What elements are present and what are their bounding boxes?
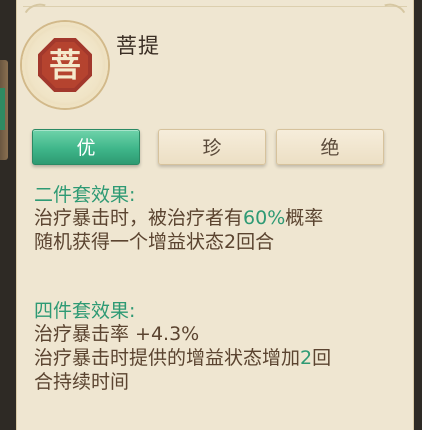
two-piece-line-1-text: 治疗暴击时，被治疗者有 <box>34 207 244 229</box>
two-piece-chance-value: 60% <box>243 207 286 229</box>
game-ui: 菩 菩提 优 珍 绝 二件套效果: 治疗暴击时，被治疗者有60%概率 随机获得一… <box>0 0 422 430</box>
set-emblem-icon: 菩 <box>22 22 108 108</box>
side-panel-tab-marker <box>0 88 5 130</box>
four-piece-heading: 四件套效果: <box>34 300 136 322</box>
two-piece-line-1: 治疗暴击时，被治疗者有60%概率 <box>34 206 394 230</box>
four-piece-description: 治疗暴击率 +4.3% 治疗暴击时提供的增益状态增加2回 合持续时间 <box>34 322 394 394</box>
tab-quality-2[interactable]: 珍 <box>158 129 266 165</box>
corner-ornament-right-icon <box>373 0 411 33</box>
side-panel-edge <box>0 60 8 160</box>
four-piece-line-3: 合持续时间 <box>34 371 130 393</box>
two-piece-line-1-suffix: 概率 <box>285 207 324 229</box>
four-piece-line-2: 治疗暴击时提供的增益状态增加2回 <box>34 346 394 370</box>
quality-tabs: 优 珍 绝 <box>32 129 402 167</box>
two-piece-line-2: 随机获得一个增益状态2回合 <box>34 231 275 253</box>
four-piece-line-2-suffix: 回 <box>312 347 332 369</box>
set-title: 菩提 <box>116 34 160 58</box>
four-piece-line-2-text: 治疗暴击时提供的增益状态增加 <box>34 347 301 369</box>
emblem-character: 菩 <box>48 46 81 84</box>
two-piece-description: 治疗暴击时，被治疗者有60%概率 随机获得一个增益状态2回合 <box>34 206 394 254</box>
four-piece-duration-value: 2 <box>300 347 313 369</box>
tab-quality-1[interactable]: 优 <box>32 129 140 165</box>
two-piece-heading: 二件套效果: <box>34 184 136 206</box>
tab-quality-3[interactable]: 绝 <box>276 129 384 165</box>
four-piece-line-1: 治疗暴击率 +4.3% <box>34 323 200 345</box>
